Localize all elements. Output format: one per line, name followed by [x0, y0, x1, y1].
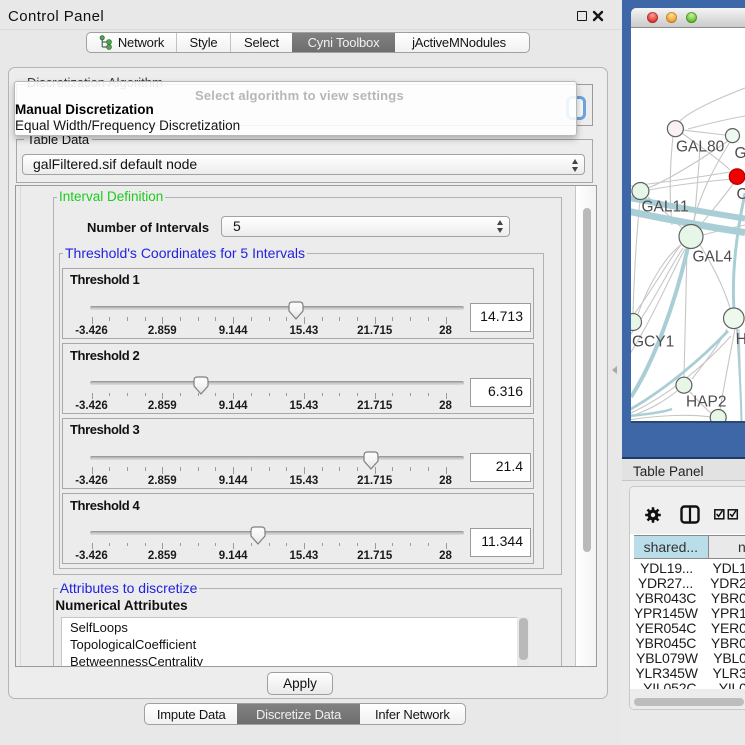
svg-text:GCY1: GCY1	[632, 333, 674, 350]
svg-text:GAL80: GAL80	[676, 139, 725, 156]
svg-text:CAR: CAR	[737, 186, 745, 203]
svg-text:GAL7: GAL7	[735, 145, 745, 162]
svg-text:HAP: HAP	[736, 331, 745, 348]
svg-text:HAP2: HAP2	[686, 394, 727, 411]
svg-text:GAL11: GAL11	[642, 198, 689, 215]
svg-text:GAL4: GAL4	[693, 249, 733, 266]
